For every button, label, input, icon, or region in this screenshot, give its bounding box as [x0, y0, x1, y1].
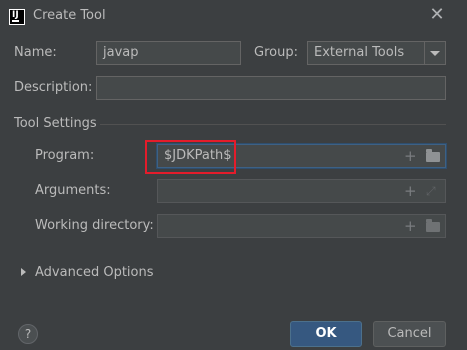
arguments-label: Arguments:: [35, 183, 111, 198]
chevron-down-icon: [430, 51, 440, 56]
folder-icon[interactable]: [426, 149, 440, 162]
intellij-app-icon: IJ: [9, 9, 25, 25]
description-label: Description:: [14, 80, 93, 95]
working-directory-label: Working directory:: [35, 218, 154, 233]
program-label: Program:: [35, 148, 95, 163]
help-button[interactable]: ?: [18, 324, 38, 344]
close-icon[interactable]: ✕: [428, 6, 446, 24]
advanced-options-toggle[interactable]: Advanced Options: [35, 265, 154, 280]
add-macro-icon[interactable]: +: [404, 184, 417, 199]
group-dropdown-button[interactable]: [424, 41, 446, 65]
expand-icon[interactable]: ⤢: [426, 184, 436, 199]
ok-button[interactable]: OK: [290, 321, 362, 347]
program-highlight-box: [145, 140, 236, 174]
cancel-button[interactable]: Cancel: [373, 321, 446, 347]
group-select[interactable]: External Tools: [307, 41, 425, 65]
tool-settings-heading: Tool Settings: [14, 116, 97, 131]
folder-icon[interactable]: [426, 219, 440, 232]
working-directory-input[interactable]: [157, 214, 446, 238]
group-label: Group:: [254, 45, 298, 60]
add-macro-icon[interactable]: +: [404, 219, 417, 234]
name-input[interactable]: javap: [96, 41, 241, 65]
name-label: Name:: [14, 45, 57, 60]
tool-settings-separator: [100, 124, 446, 125]
window-title: Create Tool: [33, 8, 106, 23]
add-macro-icon[interactable]: +: [404, 149, 417, 164]
chevron-right-icon[interactable]: [21, 268, 26, 276]
description-input[interactable]: [96, 76, 446, 100]
arguments-input[interactable]: [157, 179, 446, 203]
